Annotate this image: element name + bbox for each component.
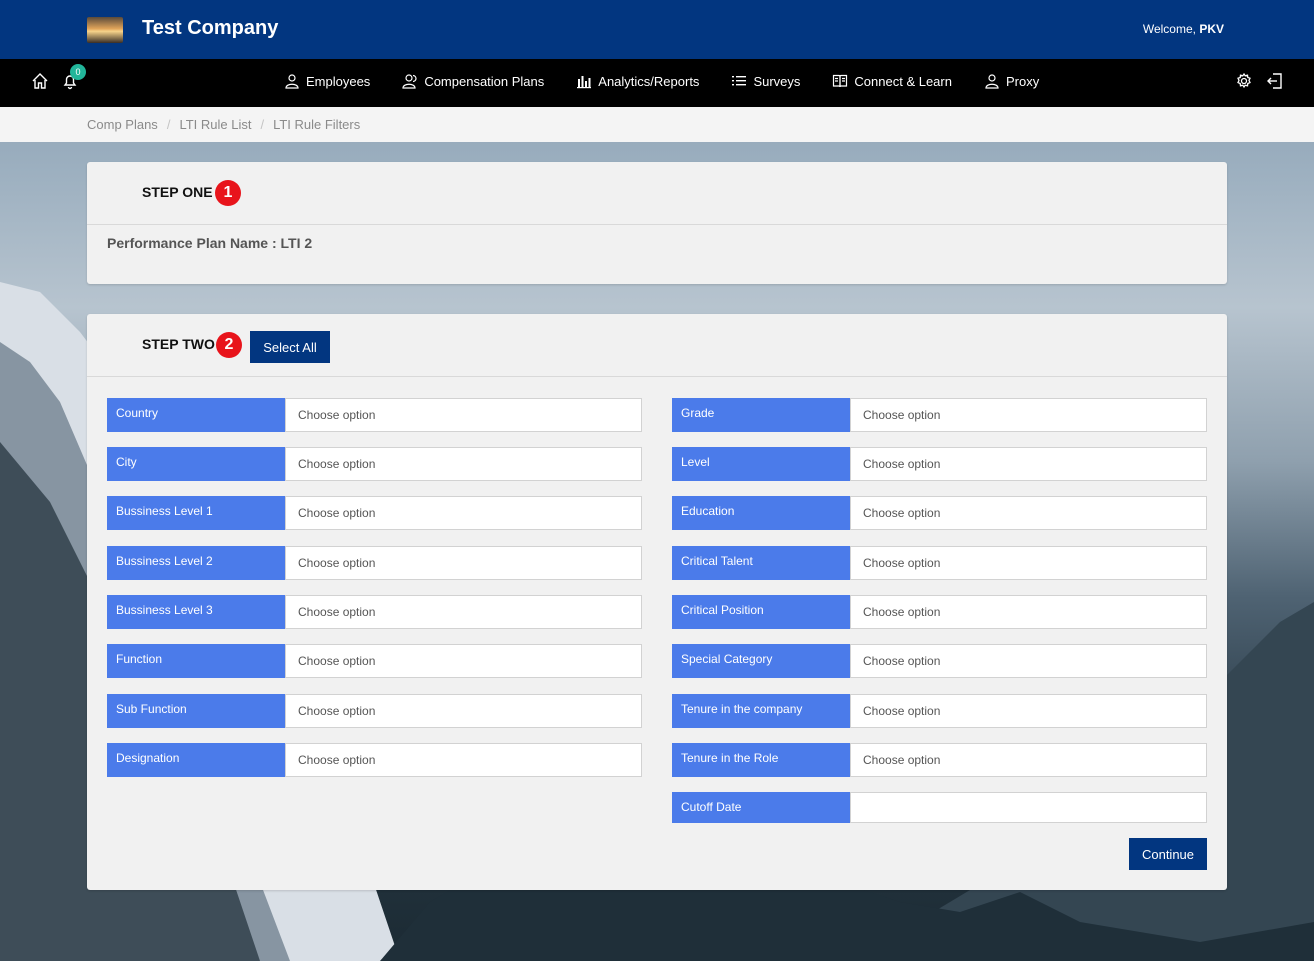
book-icon [833, 74, 848, 88]
filter-label: Designation [107, 743, 285, 777]
nav-item-label: Employees [306, 73, 371, 89]
list-icon [732, 76, 747, 86]
nav-item-label: Connect & Learn [854, 73, 952, 89]
nav-item-surveys[interactable]: Surveys [731, 73, 800, 89]
filter-label: Critical Talent [672, 546, 850, 580]
filter-cutoff-date[interactable]: Cutoff Date [672, 792, 1207, 823]
nav-item-label: Surveys [753, 73, 801, 89]
filter-select-business-level-1[interactable]: Choose option [285, 496, 642, 530]
filter-label: Bussiness Level 3 [107, 595, 285, 629]
step-two-title: STEP TWO [142, 336, 215, 352]
welcome-prefix: Welcome, [1142, 22, 1200, 36]
filter-label: Grade [672, 398, 850, 432]
filter-select-special-category[interactable]: Choose option [850, 644, 1207, 678]
select-all-button[interactable]: Select All [250, 331, 330, 363]
gear-icon[interactable] [1234, 71, 1254, 91]
bar-chart-icon [577, 76, 592, 89]
users-icon [402, 74, 417, 89]
step-one-panel: STEP ONE 1 Performance Plan Name : LTI 2 [87, 162, 1227, 284]
filter-label: Bussiness Level 2 [107, 546, 285, 580]
company-logo[interactable] [87, 17, 123, 43]
breadcrumb-separator: / [166, 117, 171, 132]
filter-business-level-2[interactable]: Bussiness Level 2 Choose option [107, 546, 642, 580]
filter-select-country[interactable]: Choose option [285, 398, 642, 432]
filter-select-tenure-in-company[interactable]: Choose option [850, 694, 1207, 728]
notification-badge: 0 [70, 64, 86, 80]
filter-business-level-1[interactable]: Bussiness Level 1 Choose option [107, 496, 642, 530]
breadcrumb-lti-rule-list[interactable]: LTI Rule List [179, 117, 251, 132]
filter-level[interactable]: Level Choose option [672, 447, 1207, 481]
filter-grade[interactable]: Grade Choose option [672, 398, 1207, 432]
filter-sub-function[interactable]: Sub Function Choose option [107, 694, 642, 728]
continue-button[interactable]: Continue [1129, 838, 1207, 870]
filter-education[interactable]: Education Choose option [672, 496, 1207, 530]
filter-critical-position[interactable]: Critical Position Choose option [672, 595, 1207, 629]
performance-plan-name: Performance Plan Name : LTI 2 [107, 235, 313, 251]
filter-country[interactable]: Country Choose option [107, 398, 642, 432]
main-nav: 0 Employees Compensation Plans Analytics… [0, 59, 1314, 107]
filter-business-level-3[interactable]: Bussiness Level 3 Choose option [107, 595, 642, 629]
filter-label: Cutoff Date [672, 792, 850, 823]
filter-label: Critical Position [672, 595, 850, 629]
filter-function[interactable]: Function Choose option [107, 644, 642, 678]
filter-select-critical-talent[interactable]: Choose option [850, 546, 1207, 580]
filter-designation[interactable]: Designation Choose option [107, 743, 642, 777]
filter-select-critical-position[interactable]: Choose option [850, 595, 1207, 629]
filter-select-level[interactable]: Choose option [850, 447, 1207, 481]
filter-select-function[interactable]: Choose option [285, 644, 642, 678]
nav-item-employees[interactable]: Employees [284, 73, 370, 89]
home-icon[interactable] [30, 71, 50, 91]
nav-item-label: Analytics/Reports [598, 73, 700, 89]
cutoff-date-input[interactable] [850, 792, 1207, 823]
filter-label: Function [107, 644, 285, 678]
breadcrumb-comp-plans[interactable]: Comp Plans [87, 117, 158, 132]
filter-label: Tenure in the Role [672, 743, 850, 777]
nav-item-connect-learn[interactable]: Connect & Learn [832, 73, 952, 89]
nav-menu: Employees Compensation Plans Analytics/R… [284, 73, 1071, 89]
filter-label: Special Category [672, 644, 850, 678]
filter-label: Sub Function [107, 694, 285, 728]
filter-label: City [107, 447, 285, 481]
filter-city[interactable]: City Choose option [107, 447, 642, 481]
nav-item-label: Proxy [1005, 73, 1040, 89]
filter-label: Level [672, 447, 850, 481]
user-name[interactable]: PKV [1199, 22, 1224, 36]
filter-select-sub-function[interactable]: Choose option [285, 694, 642, 728]
nav-item-analytics-reports[interactable]: Analytics/Reports [576, 73, 699, 89]
filter-tenure-in-role[interactable]: Tenure in the Role Choose option [672, 743, 1207, 777]
filter-label: Tenure in the company [672, 694, 850, 728]
step-two-number-badge: 2 [216, 332, 242, 358]
filter-select-business-level-3[interactable]: Choose option [285, 595, 642, 629]
breadcrumb-separator: / [260, 117, 265, 132]
nav-item-proxy[interactable]: Proxy [984, 73, 1039, 89]
filter-tenure-in-company[interactable]: Tenure in the company Choose option [672, 694, 1207, 728]
filter-critical-talent[interactable]: Critical Talent Choose option [672, 546, 1207, 580]
filter-label: Education [672, 496, 850, 530]
filter-special-category[interactable]: Special Category Choose option [672, 644, 1207, 678]
step-one-title: STEP ONE [142, 184, 213, 200]
welcome-text: Welcome, PKV [1143, 22, 1224, 36]
filter-select-grade[interactable]: Choose option [850, 398, 1207, 432]
user-icon [985, 74, 999, 89]
breadcrumb-bar: Comp Plans / LTI Rule List / LTI Rule Fi… [0, 107, 1314, 142]
breadcrumb-lti-rule-filters: LTI Rule Filters [273, 117, 361, 132]
step-one-header: STEP ONE 1 [87, 162, 1227, 225]
filter-label: Bussiness Level 1 [107, 496, 285, 530]
filter-select-business-level-2[interactable]: Choose option [285, 546, 642, 580]
filter-select-tenure-in-role[interactable]: Choose option [850, 743, 1207, 777]
filter-select-city[interactable]: Choose option [285, 447, 642, 481]
step-two-header: STEP TWO 2 Select All [87, 314, 1227, 377]
nav-item-compensation-plans[interactable]: Compensation Plans [402, 73, 544, 89]
step-one-number-badge: 1 [215, 180, 241, 206]
breadcrumb: Comp Plans / LTI Rule List / LTI Rule Fi… [87, 117, 360, 132]
top-header: Test Company Welcome, PKV [0, 0, 1314, 59]
nav-item-label: Compensation Plans [424, 73, 545, 89]
user-icon [285, 74, 299, 89]
logout-icon[interactable] [1265, 71, 1285, 91]
step-two-panel: STEP TWO 2 Select All Country Choose opt… [87, 314, 1227, 890]
filter-select-designation[interactable]: Choose option [285, 743, 642, 777]
company-name[interactable]: Test Company [142, 17, 278, 40]
filter-select-education[interactable]: Choose option [850, 496, 1207, 530]
filter-label: Country [107, 398, 285, 432]
